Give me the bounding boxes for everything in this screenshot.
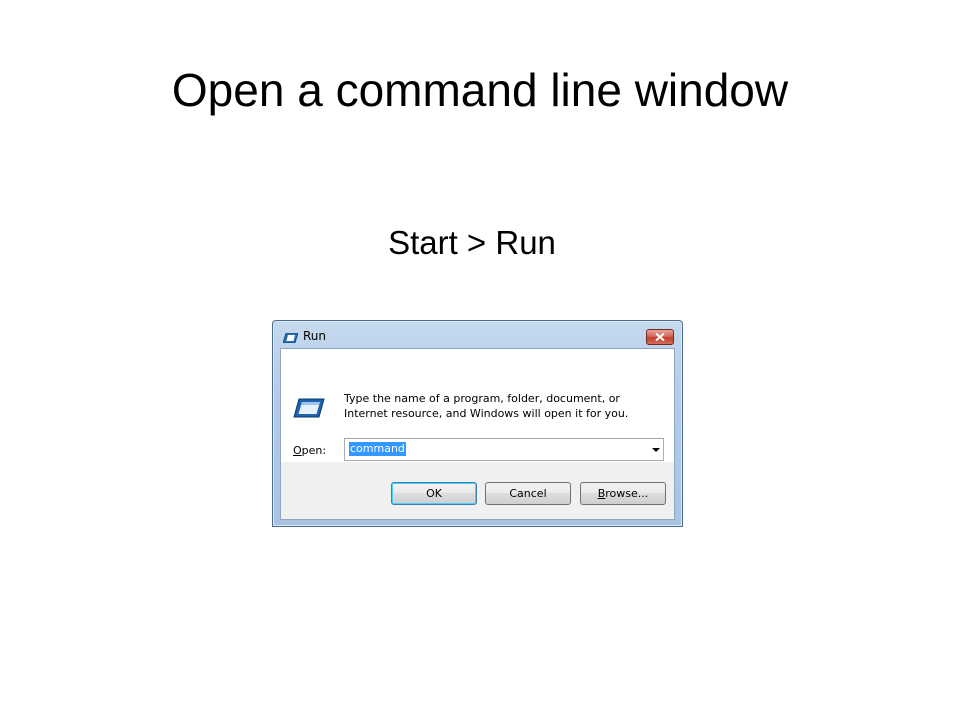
open-input-value[interactable]: command <box>349 442 406 456</box>
browse-button[interactable]: Browse... <box>580 482 666 505</box>
open-label-text: pen: <box>301 444 327 457</box>
cancel-button[interactable]: Cancel <box>485 482 571 505</box>
run-dialog: Run Type the name of a program, folder, … <box>272 320 683 527</box>
dialog-content: Type the name of a program, folder, docu… <box>281 349 674 462</box>
slide: Open a command line window Start > Run R… <box>0 0 960 720</box>
window-title: Run <box>303 329 327 343</box>
chevron-down-icon[interactable] <box>652 448 660 452</box>
browse-label: rowse... <box>605 487 649 500</box>
open-label: Open: <box>293 444 326 457</box>
run-program-icon <box>293 398 325 418</box>
ok-button[interactable]: OK <box>391 482 477 505</box>
close-button[interactable] <box>646 329 674 345</box>
slide-subtitle: Start > Run <box>388 224 556 261</box>
open-label-accelerator: O <box>293 444 302 457</box>
description-text: Type the name of a program, folder, docu… <box>344 392 629 420</box>
title-bar[interactable]: Run <box>273 321 682 348</box>
close-icon <box>655 333 665 341</box>
slide-title: Open a command line window <box>171 64 789 116</box>
dialog-body: Type the name of a program, folder, docu… <box>280 348 675 520</box>
open-combobox[interactable]: command <box>344 438 664 461</box>
run-icon <box>282 330 299 344</box>
